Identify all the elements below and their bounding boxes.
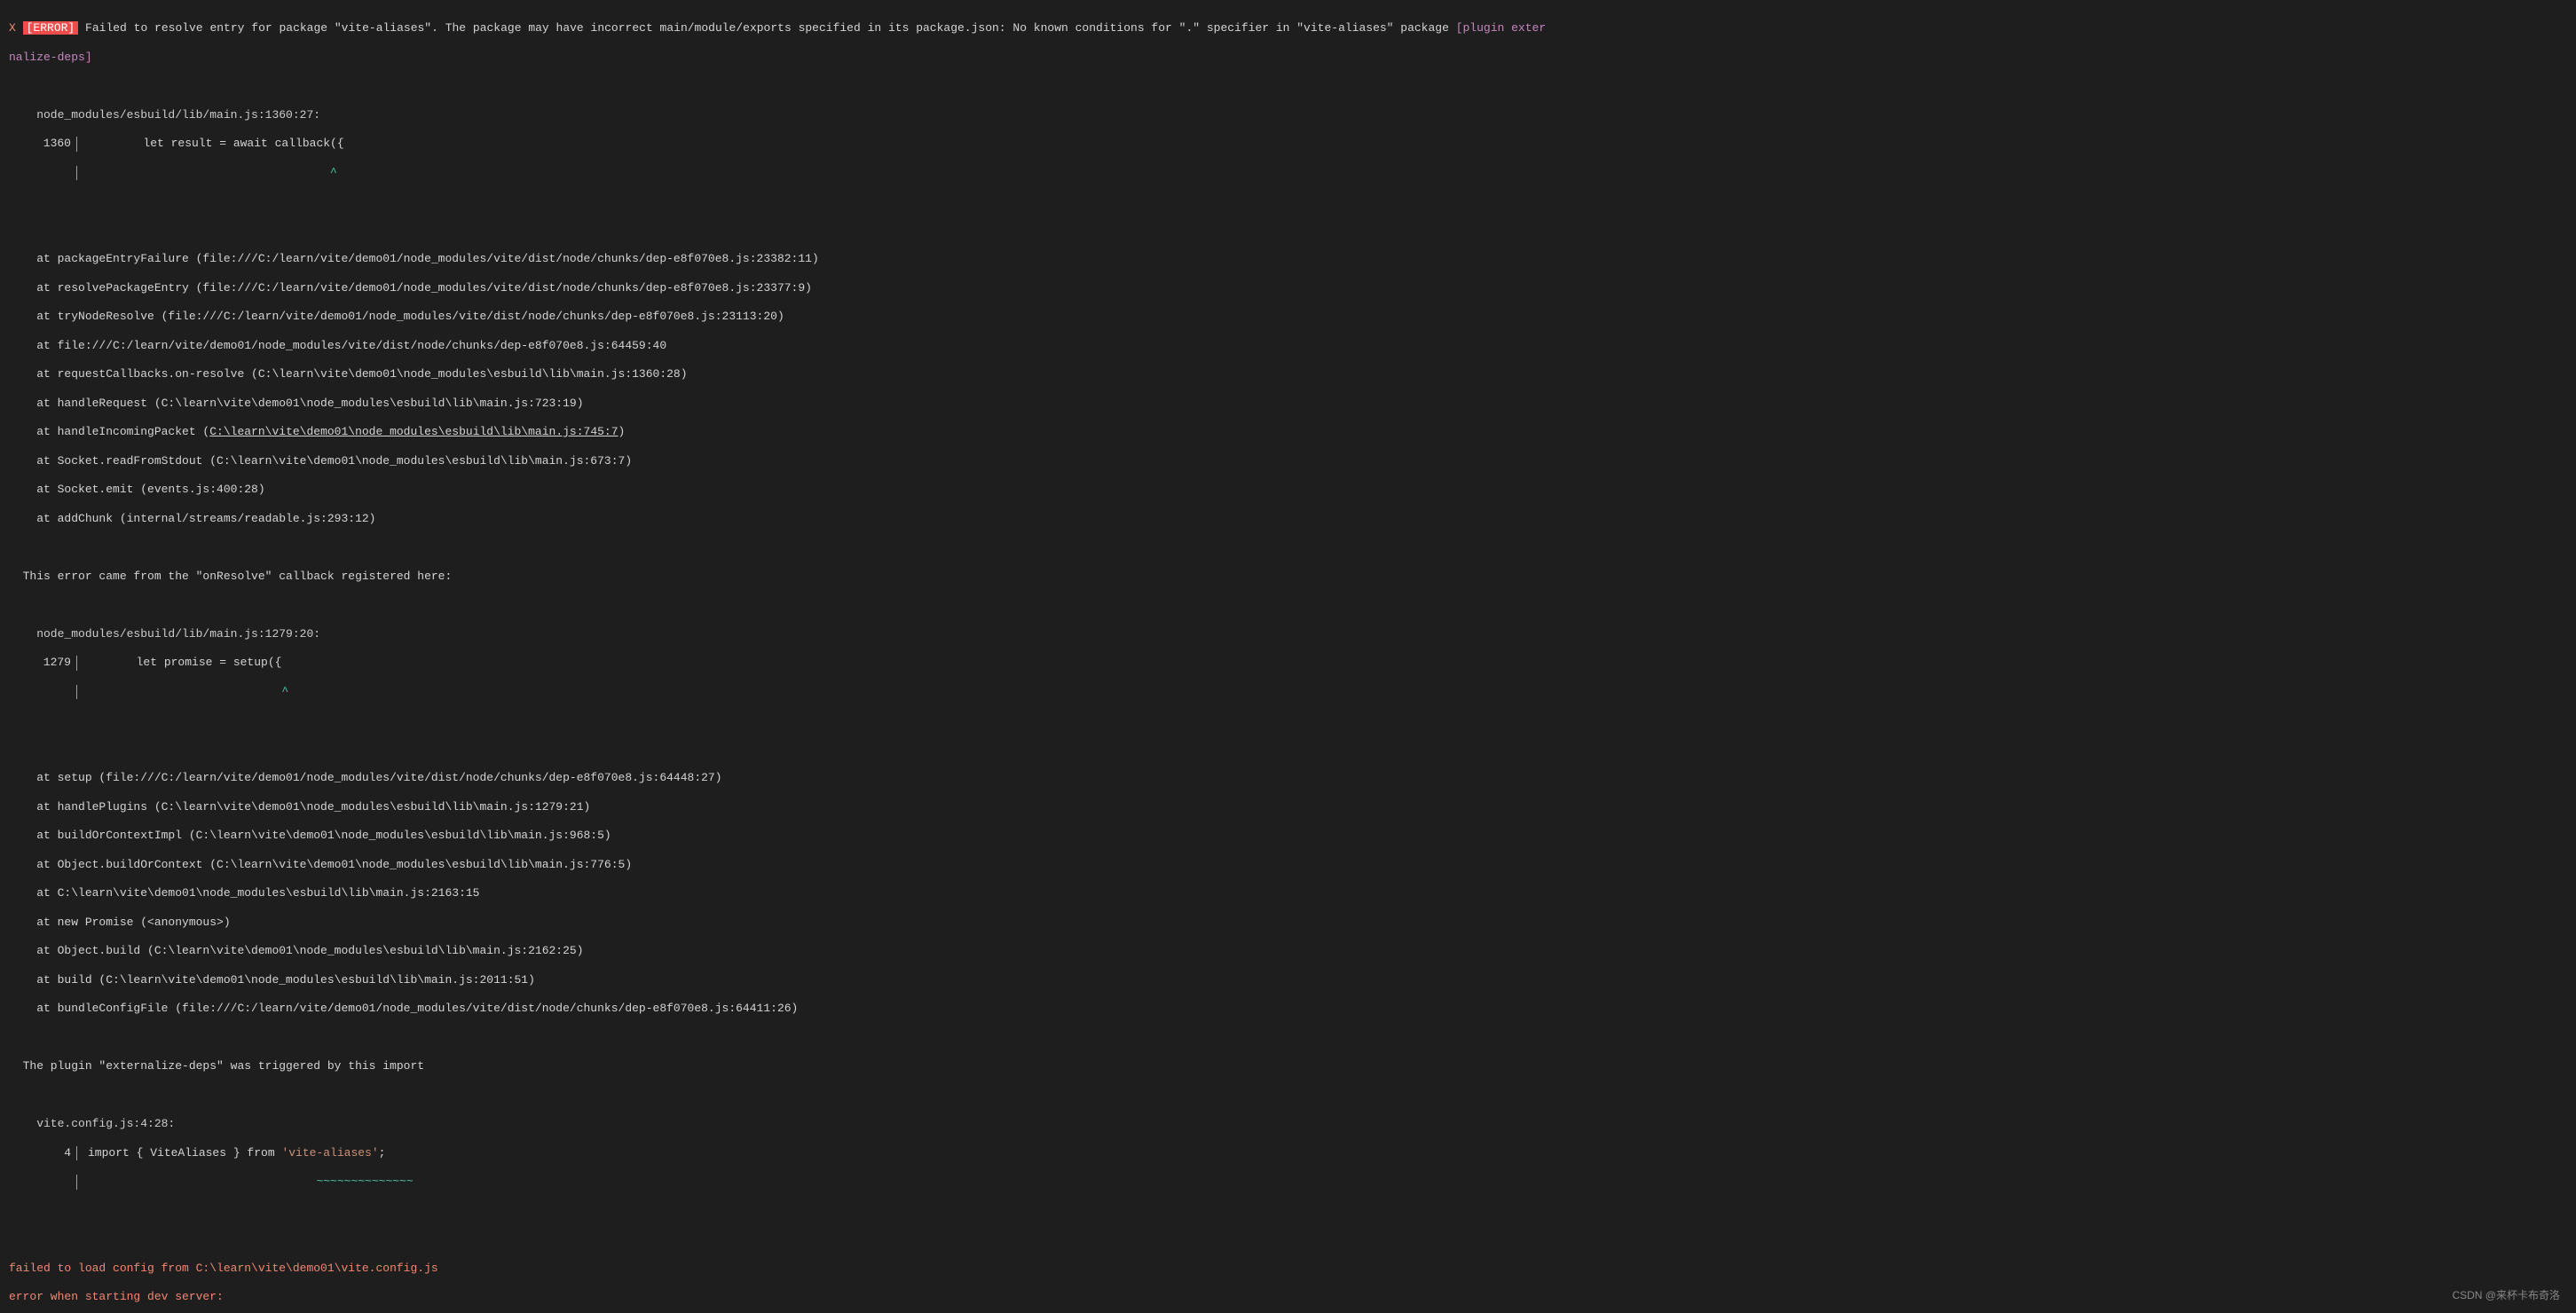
caret-marker: ^ [88, 685, 288, 699]
stack-line: at buildOrContextImpl (C:\learn\vite\dem… [9, 829, 2567, 843]
import-string: 'vite-aliases' [281, 1146, 378, 1160]
plugin-tag: [plugin exter [1456, 21, 1546, 35]
stack-line: at requestCallbacks.on-resolve (C:\learn… [9, 367, 2567, 381]
stack-line: at new Promise (<anonymous>) [9, 916, 2567, 930]
plugin-trigger-msg: The plugin "externalize-deps" was trigge… [9, 1059, 2567, 1073]
error-x: X [9, 21, 16, 35]
stack-line: at build (C:\learn\vite\demo01\node_modu… [9, 973, 2567, 987]
line-number: 4 [9, 1146, 76, 1160]
callback-origin-msg: This error came from the "onResolve" cal… [9, 570, 2567, 584]
caret-marker: ^ [88, 166, 337, 180]
error-header-line: X [ERROR] Failed to resolve entry for pa… [9, 21, 2567, 35]
stack-line: at setup (file:///C:/learn/vite/demo01/n… [9, 771, 2567, 785]
stack-line: at resolvePackageEntry (file:///C:/learn… [9, 281, 2567, 295]
stack-line: at Socket.readFromStdout (C:\learn\vite\… [9, 454, 2567, 468]
error-summary-line: error when starting dev server: [9, 1290, 2567, 1304]
code-text: import { ViteAliases } from 'vite-aliase… [88, 1146, 385, 1160]
stack-line: at handleRequest (C:\learn\vite\demo01\n… [9, 397, 2567, 411]
code-location-3: vite.config.js:4:28: [9, 1117, 2567, 1131]
stack-line: at addChunk (internal/streams/readable.j… [9, 512, 2567, 526]
stack-line-link: at handleIncomingPacket (C:\learn\vite\d… [9, 425, 2567, 439]
file-link[interactable]: C:\learn\vite\demo01\node_modules\esbuil… [209, 425, 618, 438]
stack-line: at Object.buildOrContext (C:\learn\vite\… [9, 858, 2567, 872]
plugin-tag-wrap: nalize-deps] [9, 51, 2567, 65]
wavy-line: ~~~~~~~~~~~~~~ [9, 1175, 2567, 1189]
wavy-underline: ~~~~~~~~~~~~~~ [88, 1175, 414, 1189]
stack-line: at C:\learn\vite\demo01\node_modules\esb… [9, 886, 2567, 900]
terminal-output[interactable]: X [ERROR] Failed to resolve entry for pa… [0, 0, 2576, 1313]
stack-line: at handlePlugins (C:\learn\vite\demo01\n… [9, 800, 2567, 814]
error-message: Failed to resolve entry for package "vit… [78, 21, 1455, 35]
code-line-1: 1360 let result = await callback({ [9, 137, 2567, 151]
code-line-2: 1279 let promise = setup({ [9, 656, 2567, 670]
line-number: 1279 [9, 656, 76, 670]
caret-line-1: ^ [9, 166, 2567, 180]
code-text: let result = await callback({ [88, 137, 344, 151]
stack-line: at Socket.emit (events.js:400:28) [9, 483, 2567, 497]
caret-line-2: ^ [9, 685, 2567, 699]
stack-line: at packageEntryFailure (file:///C:/learn… [9, 252, 2567, 266]
code-location-1: node_modules/esbuild/lib/main.js:1360:27… [9, 108, 2567, 122]
code-text: let promise = setup({ [88, 656, 281, 670]
stack-line: at bundleConfigFile (file:///C:/learn/vi… [9, 1002, 2567, 1016]
line-number: 1360 [9, 137, 76, 151]
code-location-2: node_modules/esbuild/lib/main.js:1279:20… [9, 627, 2567, 641]
code-line-3: 4 import { ViteAliases } from 'vite-alias… [9, 1146, 2567, 1160]
watermark: CSDN @来杯卡布奇洛 [2452, 1289, 2560, 1302]
stack-line: at tryNodeResolve (file:///C:/learn/vite… [9, 310, 2567, 324]
stack-line: at file:///C:/learn/vite/demo01/node_mod… [9, 339, 2567, 353]
error-badge: [ERROR] [23, 21, 79, 35]
error-summary-line: failed to load config from C:\learn\vite… [9, 1262, 2567, 1276]
stack-line: at Object.build (C:\learn\vite\demo01\no… [9, 944, 2567, 958]
